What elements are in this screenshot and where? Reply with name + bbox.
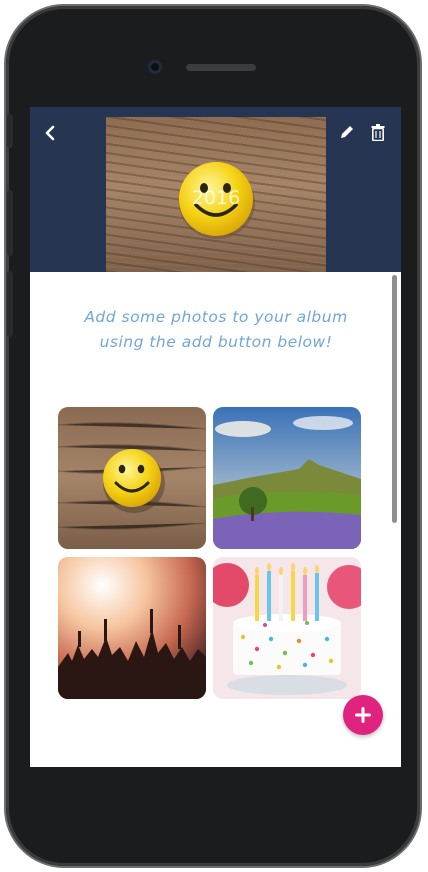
chevron-left-icon [45, 125, 55, 141]
back-button[interactable] [38, 121, 62, 145]
add-photo-button[interactable] [343, 695, 383, 735]
smiley-face-image: 2016 [179, 162, 255, 239]
trash-icon [371, 123, 385, 141]
photo-tile[interactable] [58, 407, 206, 549]
mute-switch [7, 114, 13, 148]
photo-tile[interactable] [213, 407, 361, 549]
front-camera [148, 60, 162, 74]
cover-overlay-text: 2016 [192, 187, 240, 209]
album-cover-photo: 2016 [106, 117, 326, 272]
volume-up-button [7, 190, 13, 256]
phone-frame: 2016 Add some photos to your album using… [6, 6, 420, 866]
plus-icon [355, 707, 371, 723]
concert-photo [58, 557, 206, 699]
scrollbar[interactable] [392, 275, 397, 523]
album-header: 2016 [30, 107, 401, 272]
empty-album-message: Add some photos to your album using the … [84, 308, 348, 351]
earpiece-speaker [186, 64, 256, 71]
photo-tile[interactable] [213, 557, 361, 699]
volume-down-button [7, 271, 13, 337]
delete-album-button[interactable] [366, 120, 390, 144]
edit-album-button[interactable] [335, 120, 359, 144]
app-screen: 2016 Add some photos to your album using… [30, 107, 401, 767]
landscape-photo [213, 407, 361, 549]
photo-tile[interactable] [58, 557, 206, 699]
smiley-photo [58, 407, 206, 549]
pencil-icon [341, 126, 353, 138]
birthday-cake-photo [213, 557, 361, 699]
